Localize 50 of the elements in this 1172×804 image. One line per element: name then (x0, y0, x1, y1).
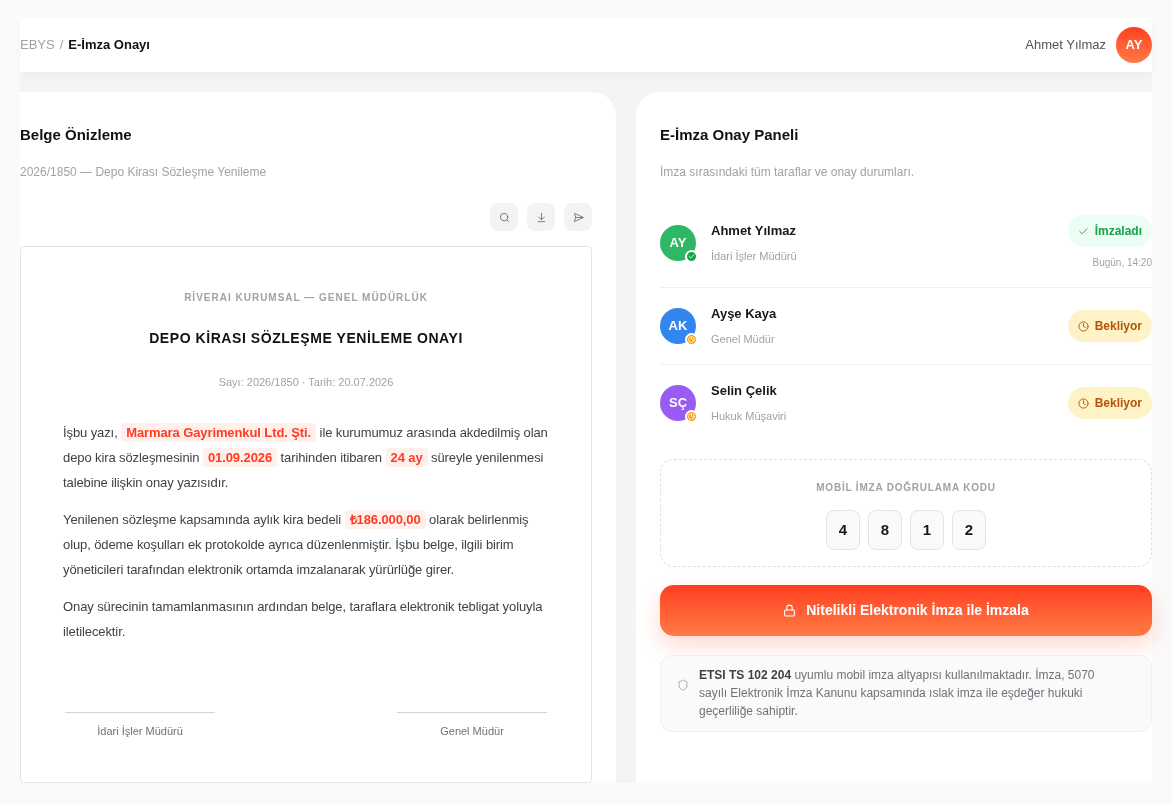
status-badge: İmzaladı (1067, 215, 1152, 247)
clock-badge-icon (685, 333, 698, 346)
signer-role: Hukuk Müşaviri (711, 409, 788, 424)
send-icon (572, 211, 584, 223)
download-icon (535, 211, 547, 223)
code-digit: 2 (952, 510, 986, 550)
sign-button[interactable]: Nitelikli Elektronik İmza ile İmzala (660, 585, 1152, 636)
code-digit: 1 (910, 510, 944, 550)
signature-label: İdari İşler Müdürü (97, 724, 183, 739)
avatar: AY (660, 224, 696, 261)
shield-icon (677, 679, 689, 691)
signed-time: Bugün, 14:20 (1092, 256, 1152, 270)
document-title: DEPO KİRASI SÖZLEŞME YENİLEME ONAYI (148, 329, 464, 348)
code-label: MOBİL İMZA DOĞRULAMA KODU (816, 481, 996, 495)
signature-label: Genel Müdür (440, 724, 504, 739)
search-icon (498, 211, 510, 223)
breadcrumb-separator: / (59, 36, 64, 55)
document-paragraph: Yenilenen sözleşme kapsamında aylık kira bedeli ₺186.000,00 olarak belirlenmiş olup, ödeme koşulları ek protokolde ayrıca düzenlenmiştir. İşbu belge, ilgili birim yöneticileri tarafından elektronik ortamda imzalanarak yürürlüğe girer. (63, 509, 530, 579)
document-meta: Sayı: 2026/1850 · Tarih: 20.07.2026 (217, 375, 395, 390)
search-button[interactable] (490, 203, 518, 231)
panel-title: Belge Önizleme (20, 125, 133, 145)
clock-icon (1077, 397, 1089, 409)
signer-name: Selin Çelik (711, 382, 778, 400)
document-paragraph: Onay sürecinin tamamlanmasının ardından belge, taraflara elektronik tebligat yoluyla iletilecektir. (63, 598, 544, 641)
signer-name: Ahmet Yılmaz (711, 221, 797, 240)
panel-subtitle: İmza sırasındaki tüm taraflar ve onay durumları. (660, 164, 916, 180)
clock-badge-icon (685, 410, 698, 423)
notice-text: ETSI TS 102 204 uyumlu mobil imza altyapısı kullanılmaktadır. İmza, 5070 sayılı Elektronik İmza Kanunu kapsamında ıslak imza ile eşdeğer hukuki geçerliliğe sahiptir. (699, 667, 1096, 720)
download-button[interactable] (527, 203, 555, 231)
signer-role: Genel Müdür (711, 332, 776, 347)
send-button[interactable] (564, 203, 592, 231)
avatar: SÇ (660, 385, 696, 421)
document-paragraph: İşbu yazı, Marmara Gayrimenkul Ltd. Şti. ile kurumumuz arasında akdedilmiş olan depo kira sözleşmesinin 01.09.2026 tarihinden itibaren 24 ay süreyle yenilenmesi talebine ilişkin onay yazısıdır. (63, 422, 549, 492)
breadcrumb-current: E-İmza Onayı (68, 36, 150, 55)
lock-icon (783, 604, 797, 617)
document-organization: RİVERAI KURUMSAL — GENEL MÜDÜRLÜK (183, 291, 429, 305)
status-badge: Bekliyor (1067, 310, 1152, 342)
user-name: Ahmet Yılmaz (1025, 36, 1106, 55)
signer-name: Ayşe Kaya (711, 305, 778, 323)
breadcrumb-link[interactable]: EBYS (20, 35, 55, 55)
check-icon (1077, 225, 1089, 237)
avatar: AK (660, 308, 696, 344)
status-badge: Bekliyor (1067, 387, 1152, 419)
panel-subtitle: 2026/1850 — Depo Kirası Sözleşme Yenileme (20, 164, 268, 180)
code-digit: 4 (826, 510, 860, 550)
signer-role: İdari İşler Müdürü (711, 248, 798, 264)
user-avatar[interactable]: AY (1116, 27, 1152, 63)
panel-title: E-İmza Onay Paneli (660, 125, 800, 145)
code-digit: 8 (868, 510, 902, 550)
clock-icon (1077, 320, 1089, 332)
